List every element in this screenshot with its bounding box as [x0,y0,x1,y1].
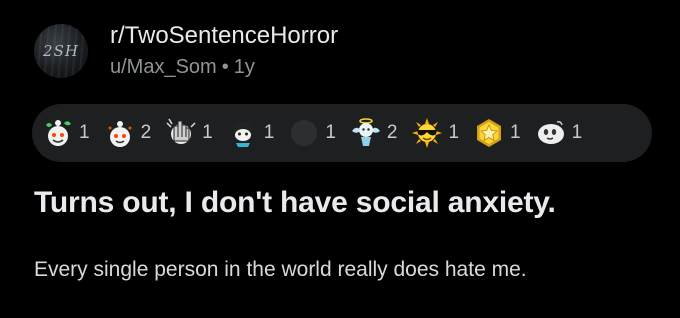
post-title[interactable]: Turns out, I don't have social anxiety. [34,186,556,220]
award-count: 1 [325,122,336,143]
post-age: 1y [233,56,255,78]
award-item[interactable]: 1 [165,117,213,149]
cat-snoo-award-icon [232,121,253,147]
award-item[interactable]: 1 [227,117,275,149]
ghost-award-icon [537,121,564,144]
award-item[interactable]: 1 [473,117,521,149]
blank-award-icon [291,120,318,146]
award-item[interactable]: 1 [288,117,336,149]
award-item[interactable]: 1 [411,117,459,149]
award-count: 1 [510,122,521,143]
awards-bar[interactable]: 1 2 1 1 1 2 1 1 1 [32,104,652,162]
award-count: 1 [571,122,583,143]
angel-award-icon [351,118,380,146]
subreddit-avatar[interactable]: 2SH [34,24,88,78]
award-item[interactable]: 1 [42,117,90,149]
gold-star-award-icon [477,119,502,147]
award-count: 1 [202,122,213,143]
facepalm-award-icon [166,118,196,144]
award-item[interactable]: 2 [350,117,398,149]
award-item[interactable]: 1 [535,117,583,149]
author-line: u/Max_Som • 1y [110,54,338,80]
subreddit-name[interactable]: r/TwoSentenceHorror [110,22,338,50]
award-item[interactable]: 2 [104,117,152,149]
helpful-award-icon [108,121,132,147]
award-count: 1 [448,122,460,143]
avatar-logo-text: 2SH [43,42,79,60]
post-meta: r/TwoSentenceHorror u/Max_Som • 1y [110,22,338,80]
wholesome-award-icon [46,120,71,146]
award-count: 1 [263,122,275,143]
author-name[interactable]: u/Max_Som [110,56,217,78]
award-count: 2 [140,122,152,143]
post-header: 2SH r/TwoSentenceHorror u/Max_Som • 1y [34,22,338,80]
separator-dot: • [221,56,229,78]
post-body: Every single person in the world really … [34,258,527,281]
award-count: 1 [79,122,90,143]
sunglasses-award-icon [412,118,443,148]
award-count: 2 [386,122,398,143]
